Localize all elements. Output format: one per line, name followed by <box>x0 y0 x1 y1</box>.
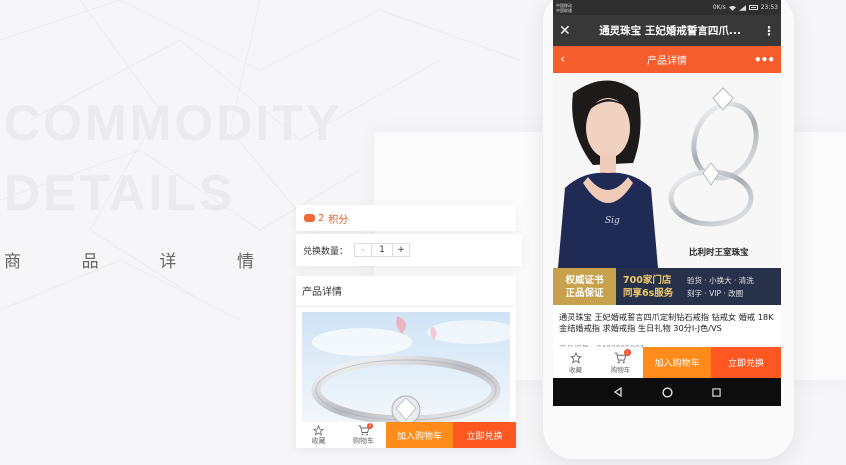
services-line1: 验货 · 小换大 · 清洗 <box>687 275 754 285</box>
add-to-cart-button[interactable]: 加入购物车 <box>643 347 711 378</box>
battery-icon <box>748 5 758 10</box>
phone-screen: 中国移动 中国联通 0K/s 23:53 ✕ 通灵珠宝 王妃婚戒誓言四爪... … <box>553 0 781 406</box>
redeem-now-button[interactable]: 立即兑换 <box>453 422 516 448</box>
close-icon[interactable]: ✕ <box>559 23 579 39</box>
webview-title-bar: ✕ 通灵珠宝 王妃婚戒誓言四爪... ⋮ <box>553 15 781 46</box>
product-detail-title: 产品详情 <box>296 276 516 307</box>
hero-subtitle: 商 品 详 情 <box>4 247 254 272</box>
services-line2: 刻字 · VIP · 改圈 <box>687 288 744 298</box>
ring-caption: 比利时王室珠宝 <box>689 248 749 258</box>
menu-icon[interactable]: ⋮ <box>761 24 775 38</box>
hero-title-line1: COMMODITY <box>4 95 343 151</box>
star-icon <box>569 351 582 364</box>
wifi-icon <box>728 5 736 11</box>
points-card: 2 积分 <box>296 205 516 231</box>
product-detail-card: 产品详情 收藏 1 购物车 加入购物车 立即兑换 <box>296 276 516 448</box>
quantity-plus-button[interactable]: + <box>393 244 409 256</box>
stores-line2: 同享6s服务 <box>623 287 674 299</box>
services-info: 验货 · 小换大 · 清洗 刻字 · VIP · 改圈 <box>687 274 754 300</box>
favorite-button[interactable]: 收藏 <box>553 347 598 378</box>
more-icon[interactable]: ••• <box>754 53 775 67</box>
product-hero-image: Sig 比利时王室珠宝 权威证书 正品保证 700家门店 同享6s服务 验货 ·… <box>553 73 781 305</box>
clock: 23:53 <box>760 4 778 11</box>
page-title: 产品详情 <box>647 56 687 67</box>
quantity-minus-button[interactable]: - <box>355 244 371 256</box>
svg-text:Sig: Sig <box>605 216 620 226</box>
quantity-stepper[interactable]: - 1 + <box>354 243 411 257</box>
cart-button[interactable]: 1 购物车 <box>341 422 386 448</box>
network-speed: 0K/s <box>712 4 726 11</box>
quantity-label: 兑换数量： <box>303 246 349 257</box>
cart-badge: 1 <box>367 423 373 429</box>
favorite-label: 收藏 <box>311 436 326 445</box>
back-arrow-icon[interactable]: ‹ <box>560 52 580 67</box>
stores-info: 700家门店 同享6s服务 <box>623 274 685 300</box>
service-band: 权威证书 正品保证 700家门店 同享6s服务 验货 · 小换大 · 清洗 刻字… <box>553 268 781 305</box>
favorite-label: 收藏 <box>569 365 582 374</box>
android-nav-bar <box>553 378 781 406</box>
points-label: 积分 <box>328 214 349 226</box>
signal-icon <box>738 4 746 11</box>
quantity-card: 兑换数量： - 1 + <box>296 234 522 266</box>
cart-button[interactable]: 1 购物车 <box>598 347 643 378</box>
hero-title: COMMODITY DETAILS <box>4 88 342 228</box>
star-icon <box>313 424 324 436</box>
android-back-icon[interactable] <box>613 387 623 397</box>
webview-title: 通灵珠宝 王妃婚戒誓言四爪... <box>599 25 741 37</box>
certificate-line2: 正品保证 <box>565 287 604 299</box>
android-recents-icon[interactable] <box>712 387 721 397</box>
status-bar: 中国移动 中国联通 0K/s 23:53 <box>553 0 781 15</box>
quantity-value[interactable]: 1 <box>371 244 394 256</box>
add-to-cart-button[interactable]: 加入购物车 <box>386 422 453 448</box>
stores-services: 700家门店 同享6s服务 验货 · 小换大 · 清洗 刻字 · VIP · 改… <box>616 268 781 305</box>
carrier-info: 中国移动 中国联通 <box>556 3 572 13</box>
coin-icon <box>304 214 315 222</box>
cart-label: 购物车 <box>353 436 374 445</box>
hero-subtitle-char: 详 <box>159 252 177 272</box>
model-and-ring-illustration: Sig <box>553 73 781 268</box>
cart-badge: 1 <box>624 349 631 356</box>
hero-subtitle-char: 商 <box>4 252 21 272</box>
left-bottom-action-bar: 收藏 1 购物车 加入购物车 立即兑换 <box>296 422 516 448</box>
certificate-badge: 权威证书 正品保证 <box>553 268 616 305</box>
carrier-line2: 中国联通 <box>556 7 572 13</box>
hero-subtitle-char: 情 <box>236 252 254 272</box>
favorite-button[interactable]: 收藏 <box>296 422 341 448</box>
stores-line1: 700家门店 <box>623 274 672 286</box>
phone-bottom-action-bar: 收藏 1 购物车 加入购物车 立即兑换 <box>553 347 781 378</box>
certificate-line1: 权威证书 <box>565 274 604 286</box>
android-home-icon[interactable] <box>662 386 673 398</box>
page-nav-bar: ‹ 产品详情 ••• <box>553 46 781 73</box>
points-value: 2 <box>318 212 325 224</box>
hero-subtitle-char: 品 <box>81 252 99 272</box>
ring-image <box>302 312 510 422</box>
cart-label: 购物车 <box>610 365 631 374</box>
status-indicators: 0K/s 23:53 <box>713 4 778 11</box>
redeem-now-button[interactable]: 立即兑换 <box>711 347 781 378</box>
hero-title-line2: DETAILS <box>4 165 236 221</box>
